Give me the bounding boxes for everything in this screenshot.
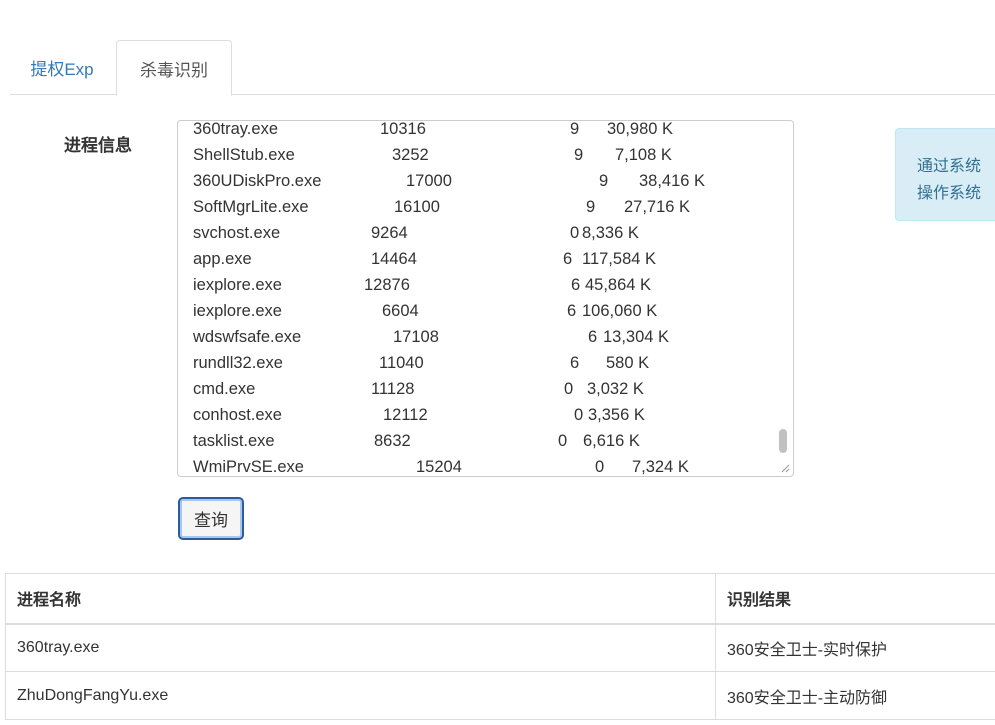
cell-process-name: ZhuDongFangYu.exe xyxy=(5,671,716,720)
process-list: 360tray.exe 10316 9 30,980 K ShellStub.exe 32… xyxy=(193,120,778,476)
cell-process-name: 360tray.exe xyxy=(5,623,716,672)
header-result: 识别结果 xyxy=(715,573,995,625)
process-mem: 7,108 K xyxy=(615,146,672,164)
process-name: 360tray.exe xyxy=(193,120,278,138)
process-session: 9 xyxy=(599,172,609,190)
process-line: rundll32.exe 11040 6 580 K xyxy=(193,351,778,377)
process-mem: 30,980 K xyxy=(607,120,674,138)
process-pid: 8632 xyxy=(374,432,411,450)
process-mem: 117,584 K xyxy=(582,250,657,268)
process-line: wdswfsafe.exe 17108 6 13,304 K xyxy=(193,325,778,351)
cell-result: 360安全卫士-实时保护 xyxy=(715,623,995,672)
process-line: app.exe 14464 6 117,584 K xyxy=(193,247,778,273)
process-info-label: 进程信息 xyxy=(64,136,132,155)
process-mem: 106,060 K xyxy=(582,302,658,320)
process-name: iexplore.exe xyxy=(193,276,282,294)
process-pid: 9264 xyxy=(371,224,408,242)
process-line: iexplore.exe 12876 6 45,864 K xyxy=(193,273,778,299)
process-name: wdswfsafe.exe xyxy=(193,328,302,346)
process-pid: 12112 xyxy=(383,406,428,424)
process-name: conhost.exe xyxy=(193,406,282,424)
process-line: 360tray.exe 10316 9 30,980 K xyxy=(193,120,778,143)
process-mem: 8,336 K xyxy=(582,224,639,242)
process-pid: 17000 xyxy=(406,172,452,190)
process-name: ShellStub.exe xyxy=(193,146,295,164)
process-name: tasklist.exe xyxy=(193,432,275,450)
process-name: WmiPrvSE.exe xyxy=(193,458,304,476)
process-name: svchost.exe xyxy=(193,224,281,242)
process-pid: 11040 xyxy=(379,354,424,372)
process-session: 0 xyxy=(595,458,605,476)
process-pid: 14464 xyxy=(371,250,417,268)
tab-antivirus-detect[interactable]: 杀毒识别 xyxy=(116,40,232,96)
process-line: svchost.exe 9264 0 8,336 K xyxy=(193,221,778,247)
process-mem: 27,716 K xyxy=(624,198,691,216)
table-row: 360tray.exe 360安全卫士-实时保护 xyxy=(5,623,995,672)
scrollbar-thumb[interactable] xyxy=(779,429,787,453)
table-row: ZhuDongFangYu.exe 360安全卫士-主动防御 xyxy=(5,671,995,720)
cell-result: 360安全卫士-主动防御 xyxy=(715,671,995,720)
process-info-textarea[interactable]: 360tray.exe 10316 9 30,980 K ShellStub.exe 32… xyxy=(177,120,794,477)
process-mem: 3,356 K xyxy=(588,406,645,424)
process-line: ShellStub.exe 3252 9 7,108 K xyxy=(193,143,778,169)
process-mem: 38,416 K xyxy=(639,172,706,190)
process-line: conhost.exe 12112 0 3,356 K xyxy=(193,403,778,429)
process-name: 360UDiskPro.exe xyxy=(193,172,322,190)
process-pid: 16100 xyxy=(394,198,440,216)
process-session: 0 xyxy=(558,432,568,450)
process-name: iexplore.exe xyxy=(193,302,282,320)
process-session: 0 xyxy=(564,380,574,398)
process-session: 6 xyxy=(567,302,577,320)
result-table: 进程名称 识别结果 360tray.exe 360安全卫士-实时保护 ZhuDo… xyxy=(5,573,995,720)
info-line-2: 操作系统 xyxy=(917,185,982,202)
process-pid: 17108 xyxy=(393,328,439,346)
process-session: 6 xyxy=(563,250,573,268)
process-name: SoftMgrLite.exe xyxy=(193,198,309,216)
process-session: 9 xyxy=(570,120,580,138)
process-session: 6 xyxy=(570,354,580,372)
process-mem: 3,032 K xyxy=(587,380,644,398)
process-mem: 7,324 K xyxy=(632,458,689,476)
query-button[interactable]: 查询 xyxy=(178,497,244,540)
process-name: cmd.exe xyxy=(193,380,256,398)
process-pid: 10316 xyxy=(380,120,426,138)
process-line: SoftMgrLite.exe 16100 9 27,716 K xyxy=(193,195,778,221)
process-line: cmd.exe 11128 0 3,032 K xyxy=(193,377,778,403)
process-line: WmiPrvSE.exe 15204 0 7,324 K xyxy=(193,455,778,476)
process-mem: 6,616 K xyxy=(583,432,640,450)
process-line: tasklist.exe 8632 0 6,616 K xyxy=(193,429,778,455)
process-pid: 11128 xyxy=(371,380,415,398)
tab-privilege-exp[interactable]: 提权Exp xyxy=(10,40,114,95)
resize-grip-icon[interactable] xyxy=(780,463,790,473)
tab-bar: 提权Exp 杀毒识别 xyxy=(10,40,995,96)
info-alert: 通过系统 操作系统 xyxy=(895,128,995,221)
table-header-row: 进程名称 识别结果 xyxy=(5,573,995,625)
process-line: iexplore.exe 6604 6 106,060 K xyxy=(193,299,778,325)
process-pid: 12876 xyxy=(364,276,410,294)
process-name: rundll32.exe xyxy=(193,354,283,372)
info-line-1: 通过系统 xyxy=(917,158,982,175)
process-pid: 6604 xyxy=(382,302,419,320)
process-mem: 580 K xyxy=(606,354,650,372)
process-session: 0 xyxy=(570,224,580,242)
header-process-name: 进程名称 xyxy=(5,573,716,625)
process-session: 6 xyxy=(588,328,598,346)
process-mem: 13,304 K xyxy=(603,328,670,346)
process-line: 360UDiskPro.exe 17000 9 38,416 K xyxy=(193,169,778,195)
process-pid: 15204 xyxy=(416,458,462,476)
process-session: 6 xyxy=(571,276,581,294)
process-session: 9 xyxy=(574,146,584,164)
process-session: 9 xyxy=(586,198,596,216)
process-mem: 45,864 K xyxy=(585,276,652,294)
process-pid: 3252 xyxy=(392,146,429,164)
process-name: app.exe xyxy=(193,250,252,268)
process-session: 0 xyxy=(574,406,584,424)
